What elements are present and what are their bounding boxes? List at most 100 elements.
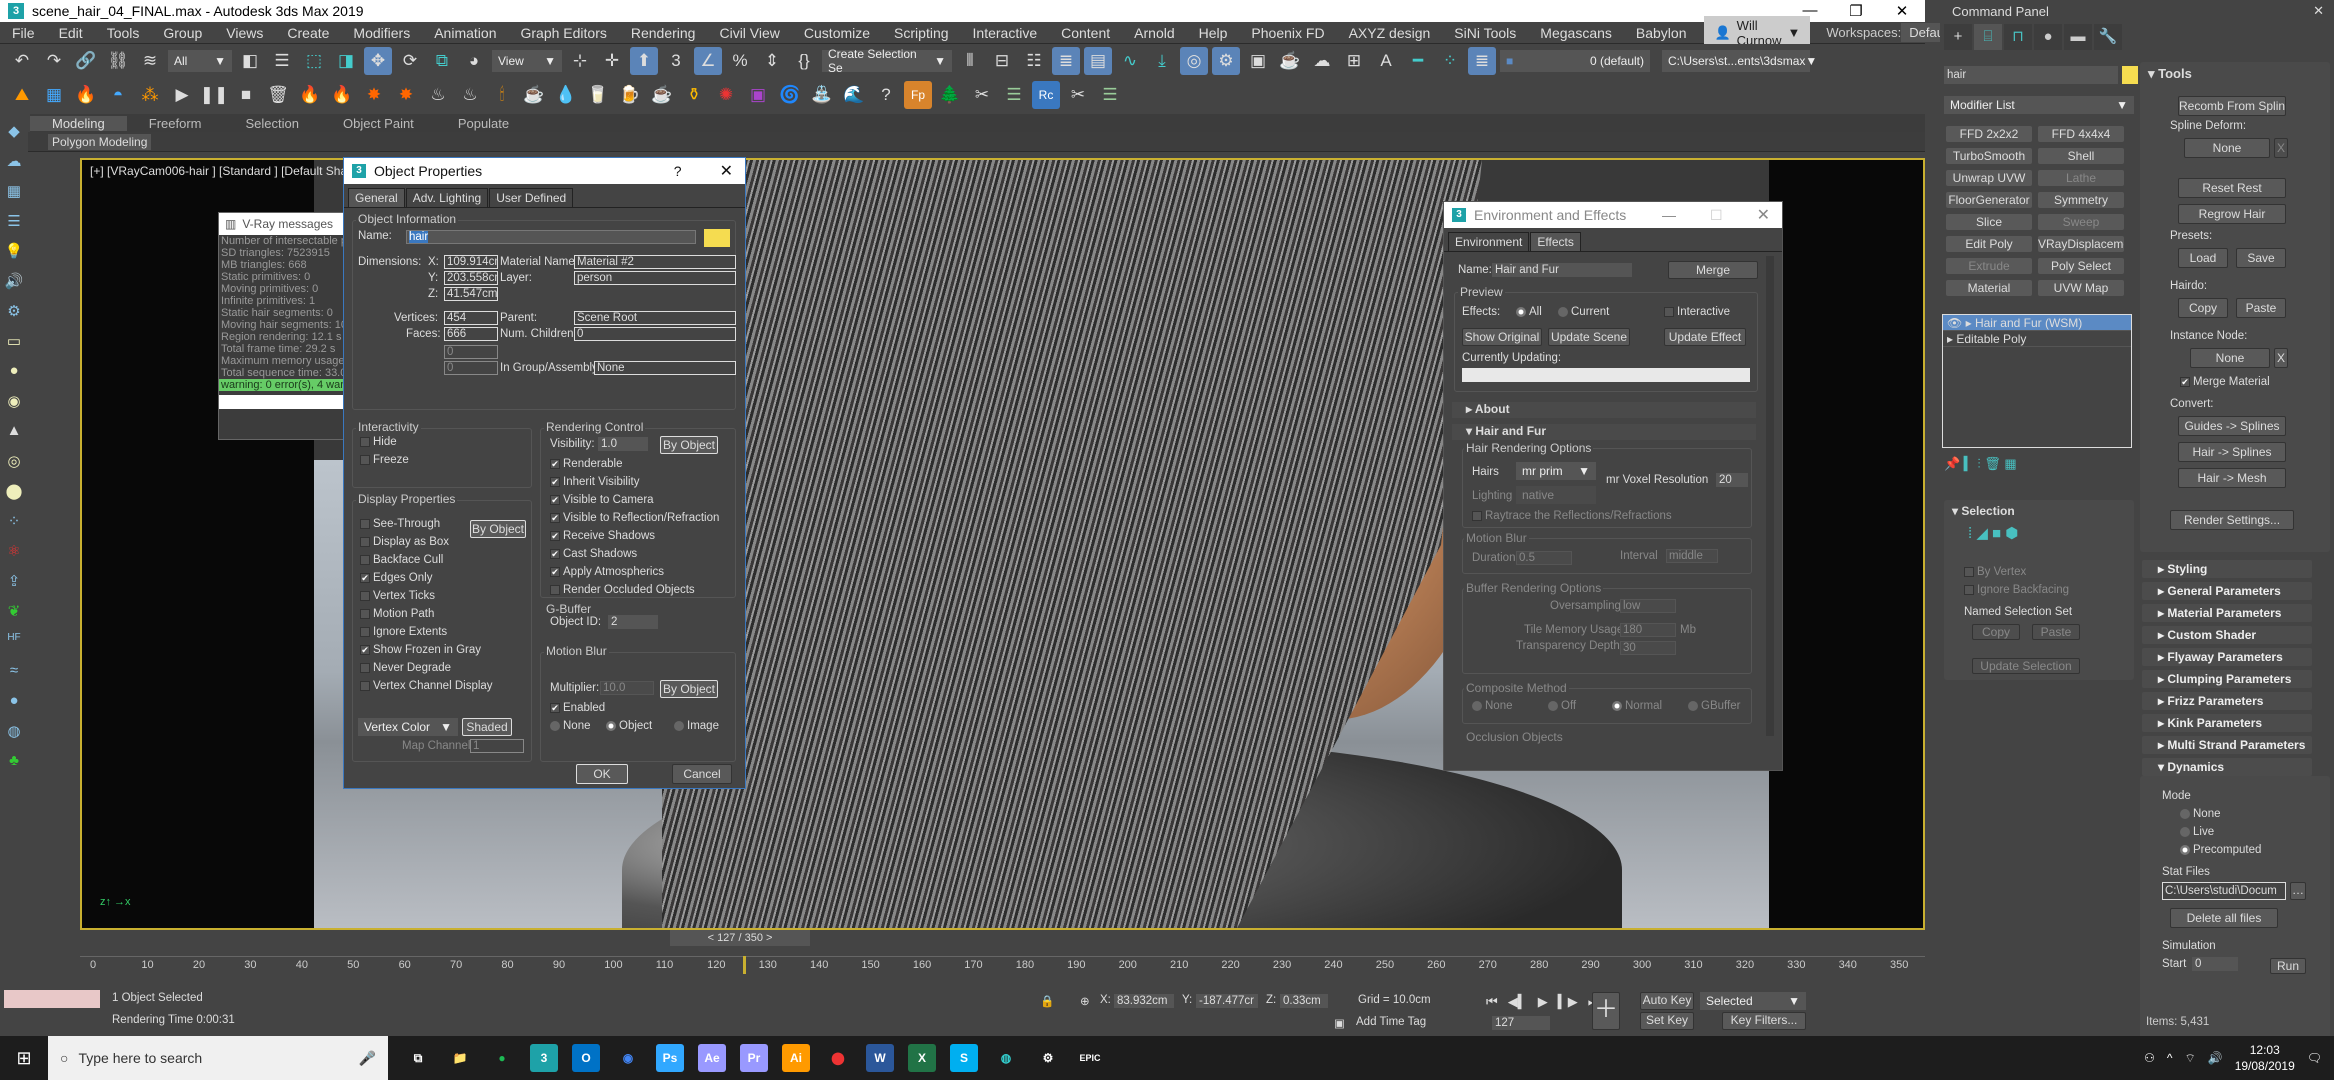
render-option-checkbox[interactable]: ✔ Receive Shadows bbox=[550, 530, 655, 542]
microphone-icon[interactable]: 🎤 bbox=[359, 1050, 376, 1067]
ribbon-tab-freeform[interactable]: Freeform bbox=[127, 116, 224, 131]
hairdo-copy-button[interactable]: Copy bbox=[2178, 298, 2228, 318]
rotate-icon[interactable]: ⟳ bbox=[396, 47, 424, 75]
tab-environment[interactable]: Environment bbox=[1448, 232, 1530, 251]
time-slider[interactable]: < 127 / 350 > bbox=[670, 930, 810, 946]
timeline-ruler[interactable]: 0 10 20 30 40 50 60 70 80 90 100 110 120 130 140 150 160… bbox=[80, 956, 1925, 974]
list-icon[interactable]: ☰ bbox=[4, 212, 24, 232]
phoenix-fire-icon[interactable]: ⛰ bbox=[8, 81, 36, 109]
preset-load-button[interactable]: Load bbox=[2178, 248, 2228, 268]
bulb-icon[interactable]: 💡 bbox=[4, 242, 24, 262]
scene-explorer-icon[interactable]: ☷ bbox=[1020, 47, 1048, 75]
menu-civil-view[interactable]: Civil View bbox=[707, 25, 791, 41]
file-explorer-icon[interactable]: 📁 bbox=[446, 1044, 474, 1072]
link-icon[interactable]: 🔗 bbox=[72, 47, 100, 75]
waterfall-icon[interactable]: ⛲ bbox=[808, 81, 836, 109]
playhead[interactable] bbox=[743, 956, 747, 974]
menu-content[interactable]: Content bbox=[1049, 25, 1122, 41]
set-key-button[interactable]: Set Key bbox=[1640, 1012, 1694, 1030]
ribbon-tab-selection[interactable]: Selection bbox=[224, 116, 321, 131]
circle-icon[interactable]: ● bbox=[4, 362, 24, 382]
stat-files-path-input[interactable]: C:\Users\studi\Docum bbox=[2162, 882, 2286, 900]
particles-icon[interactable]: ⁂ bbox=[136, 81, 164, 109]
about-rollout[interactable]: ▸ About bbox=[1452, 402, 1756, 418]
close-button[interactable]: ✕ bbox=[1879, 2, 1925, 20]
modifier-button[interactable]: UVW Map bbox=[2038, 280, 2124, 296]
paint-icon[interactable]: ▣ bbox=[744, 81, 772, 109]
maximize-button[interactable]: ☐ bbox=[1710, 207, 1723, 224]
3dsmax-icon[interactable]: 3 bbox=[530, 1044, 558, 1072]
current-frame-field[interactable]: 127 bbox=[1492, 1016, 1550, 1030]
disk-icon[interactable]: ⬤ bbox=[4, 482, 24, 502]
shaded-button[interactable]: Shaded bbox=[462, 718, 512, 736]
plant-icon[interactable]: ♣ bbox=[4, 752, 24, 772]
epic-games-icon[interactable]: EPIC bbox=[1076, 1044, 1104, 1072]
rollout-header[interactable]: ▸ Clumping Parameters bbox=[2142, 670, 2312, 688]
align-icon[interactable]: ⊟ bbox=[988, 47, 1016, 75]
modifier-button[interactable]: Symmetry bbox=[2038, 192, 2124, 208]
reset-rest-button[interactable]: Reset Rest bbox=[2178, 178, 2286, 198]
named-sel-copy-button[interactable]: Copy bbox=[1972, 624, 2020, 640]
menu-create[interactable]: Create bbox=[275, 25, 341, 41]
forest-tree-icon[interactable]: 🌲 bbox=[936, 81, 964, 109]
absolute-mode-icon[interactable]: ⊕ bbox=[1080, 994, 1090, 1008]
ok-button[interactable]: OK bbox=[576, 764, 628, 784]
liquid-source-icon[interactable]: ◓ bbox=[104, 81, 132, 109]
update-selection-button[interactable]: Update Selection bbox=[1972, 658, 2080, 674]
modifier-button[interactable]: Sweep bbox=[2038, 214, 2124, 230]
explosion2-icon[interactable]: ✸ bbox=[392, 81, 420, 109]
render-option-checkbox[interactable]: ✔ Visible to Reflection/Refraction bbox=[550, 512, 719, 524]
spinner-snap-icon[interactable]: ⇕ bbox=[758, 47, 786, 75]
mode-none-radio[interactable]: None bbox=[2180, 808, 2221, 820]
hide-checkbox[interactable]: Hide bbox=[360, 436, 397, 448]
atoms-icon[interactable]: ⚛ bbox=[4, 542, 24, 562]
mode-live-radio[interactable]: Live bbox=[2180, 826, 2214, 838]
ribbon-tab-object-paint[interactable]: Object Paint bbox=[321, 116, 436, 131]
display-option-checkbox[interactable]: See-Through bbox=[360, 518, 440, 530]
menu-animation[interactable]: Animation bbox=[422, 25, 508, 41]
maxscript-listener[interactable] bbox=[4, 990, 100, 1008]
set-key-icon[interactable]: ＋ bbox=[1592, 992, 1620, 1030]
chrome-icon[interactable]: ◉ bbox=[614, 1044, 642, 1072]
select-manipulate-icon[interactable]: ✛ bbox=[598, 47, 626, 75]
tab-effects[interactable]: Effects bbox=[1530, 232, 1581, 251]
envfx-scrollbar[interactable] bbox=[1766, 256, 1774, 736]
layers-icon[interactable]: ≣ bbox=[1468, 47, 1496, 75]
render-option-checkbox[interactable]: ✔ Visible to Camera bbox=[550, 494, 654, 506]
display-option-checkbox[interactable]: Motion Path bbox=[360, 608, 434, 620]
play-icon[interactable]: ▶ bbox=[1538, 994, 1548, 1010]
render-setup-icon[interactable]: ⚙ bbox=[1212, 47, 1240, 75]
edit-named-sel-icon[interactable]: {} bbox=[790, 47, 818, 75]
help-icon[interactable]: ? bbox=[872, 81, 900, 109]
milk-icon[interactable]: 🥛 bbox=[584, 81, 612, 109]
fire-preset-icon[interactable]: 🔥 bbox=[296, 81, 324, 109]
display-option-checkbox[interactable]: Display as Box bbox=[360, 536, 449, 548]
sub-object-icons[interactable]: ⁞ ◢ ■ ⬢ bbox=[1944, 522, 2134, 544]
menu-edit[interactable]: Edit bbox=[47, 25, 95, 41]
browse-button[interactable]: … bbox=[2290, 882, 2306, 900]
rollout-header[interactable]: ▸ Material Parameters bbox=[2142, 604, 2312, 622]
render-by-object-button[interactable]: By Object bbox=[660, 436, 718, 454]
rendered-frame-icon[interactable]: ▣ bbox=[1244, 47, 1272, 75]
illustrator-icon[interactable]: Ai bbox=[782, 1044, 810, 1072]
premiere-icon[interactable]: Pr bbox=[740, 1044, 768, 1072]
modifier-button[interactable]: Lathe bbox=[2038, 170, 2124, 186]
redo-icon[interactable]: ↷ bbox=[40, 47, 68, 75]
menu-modifiers[interactable]: Modifiers bbox=[341, 25, 422, 41]
modifier-button[interactable]: Material bbox=[1946, 280, 2032, 296]
snap-toggle-icon[interactable]: 3 bbox=[662, 47, 690, 75]
smoke-icon[interactable]: ♨ bbox=[424, 81, 452, 109]
effect-name-input[interactable]: Hair and Fur bbox=[1492, 263, 1632, 277]
task-view-icon[interactable]: ⧉ bbox=[404, 1044, 432, 1072]
forest-list-icon[interactable]: ☰ bbox=[1000, 81, 1028, 109]
pause-icon[interactable]: ❚❚ bbox=[200, 81, 229, 109]
x-coord-field[interactable]: 83.932cm bbox=[1114, 994, 1174, 1008]
close-icon[interactable]: ✕ bbox=[1757, 205, 1770, 225]
preset-save-button[interactable]: Save bbox=[2236, 248, 2286, 268]
key-filters-button[interactable]: Key Filters... bbox=[1722, 1012, 1806, 1030]
ivy-icon[interactable]: ❦ bbox=[4, 602, 24, 622]
menu-sini-tools[interactable]: SiNi Tools bbox=[1442, 25, 1528, 41]
screen-recorder-icon[interactable]: ⬤ bbox=[824, 1044, 852, 1072]
named-selection-dropdown[interactable]: Create Selection Se ▼ bbox=[822, 47, 952, 75]
render-option-checkbox[interactable]: ✔ Inherit Visibility bbox=[550, 476, 640, 488]
